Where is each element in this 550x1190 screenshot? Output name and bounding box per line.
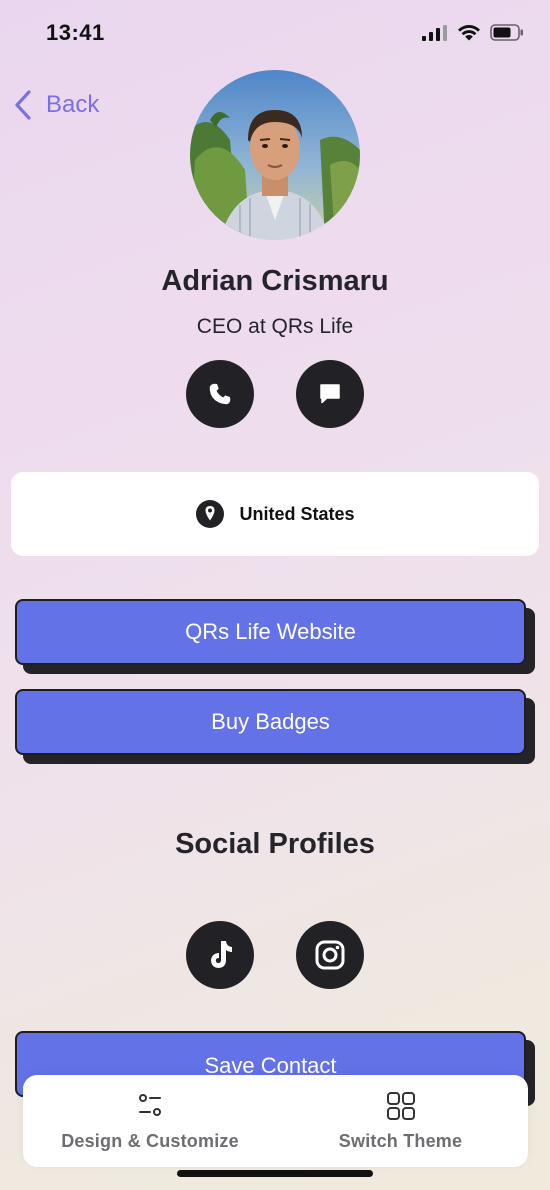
tiktok-icon (211, 941, 232, 968)
home-indicator (177, 1170, 373, 1177)
switch-theme-label: Switch Theme (338, 1131, 463, 1151)
battery-icon (490, 24, 523, 41)
chat-bubble-icon (320, 384, 340, 404)
phone-icon (209, 383, 231, 405)
profile-name: Adrian Crismaru (161, 265, 389, 297)
bottom-nav: Design & Customize Switch Theme (23, 1075, 528, 1167)
status-time: 13:41 (46, 20, 105, 45)
profile-title: CEO at QRs Life (196, 315, 354, 338)
chevron-left-icon (15, 90, 31, 120)
website-link-wrapper: QRs Life Website (15, 599, 535, 674)
avatar (190, 70, 360, 240)
buy-badges-button[interactable]: Buy Badges (15, 689, 526, 755)
back-label: Back (46, 91, 100, 118)
wifi-icon (458, 25, 480, 41)
instagram-button[interactable] (296, 921, 364, 989)
status-icons (422, 24, 524, 41)
location-pin-icon (196, 500, 225, 528)
tiktok-button[interactable] (186, 921, 254, 989)
call-button[interactable] (186, 360, 254, 428)
design-customize-tab[interactable]: Design & Customize (55, 1075, 245, 1167)
buy-badges-wrapper: Buy Badges (15, 689, 535, 764)
location-card: United States (11, 472, 539, 556)
sliders-icon (139, 1094, 161, 1116)
instagram-icon (315, 940, 345, 970)
location-text: United States (239, 503, 355, 524)
switch-theme-tab[interactable]: Switch Theme (323, 1075, 478, 1167)
social-profiles-heading: Social Profiles (175, 828, 375, 860)
message-button[interactable] (296, 360, 364, 428)
cellular-signal-icon (422, 24, 447, 41)
back-button[interactable]: Back (14, 90, 99, 120)
website-link-button[interactable]: QRs Life Website (15, 599, 526, 665)
design-customize-label: Design & Customize (61, 1131, 239, 1151)
grid-icon (386, 1092, 415, 1120)
